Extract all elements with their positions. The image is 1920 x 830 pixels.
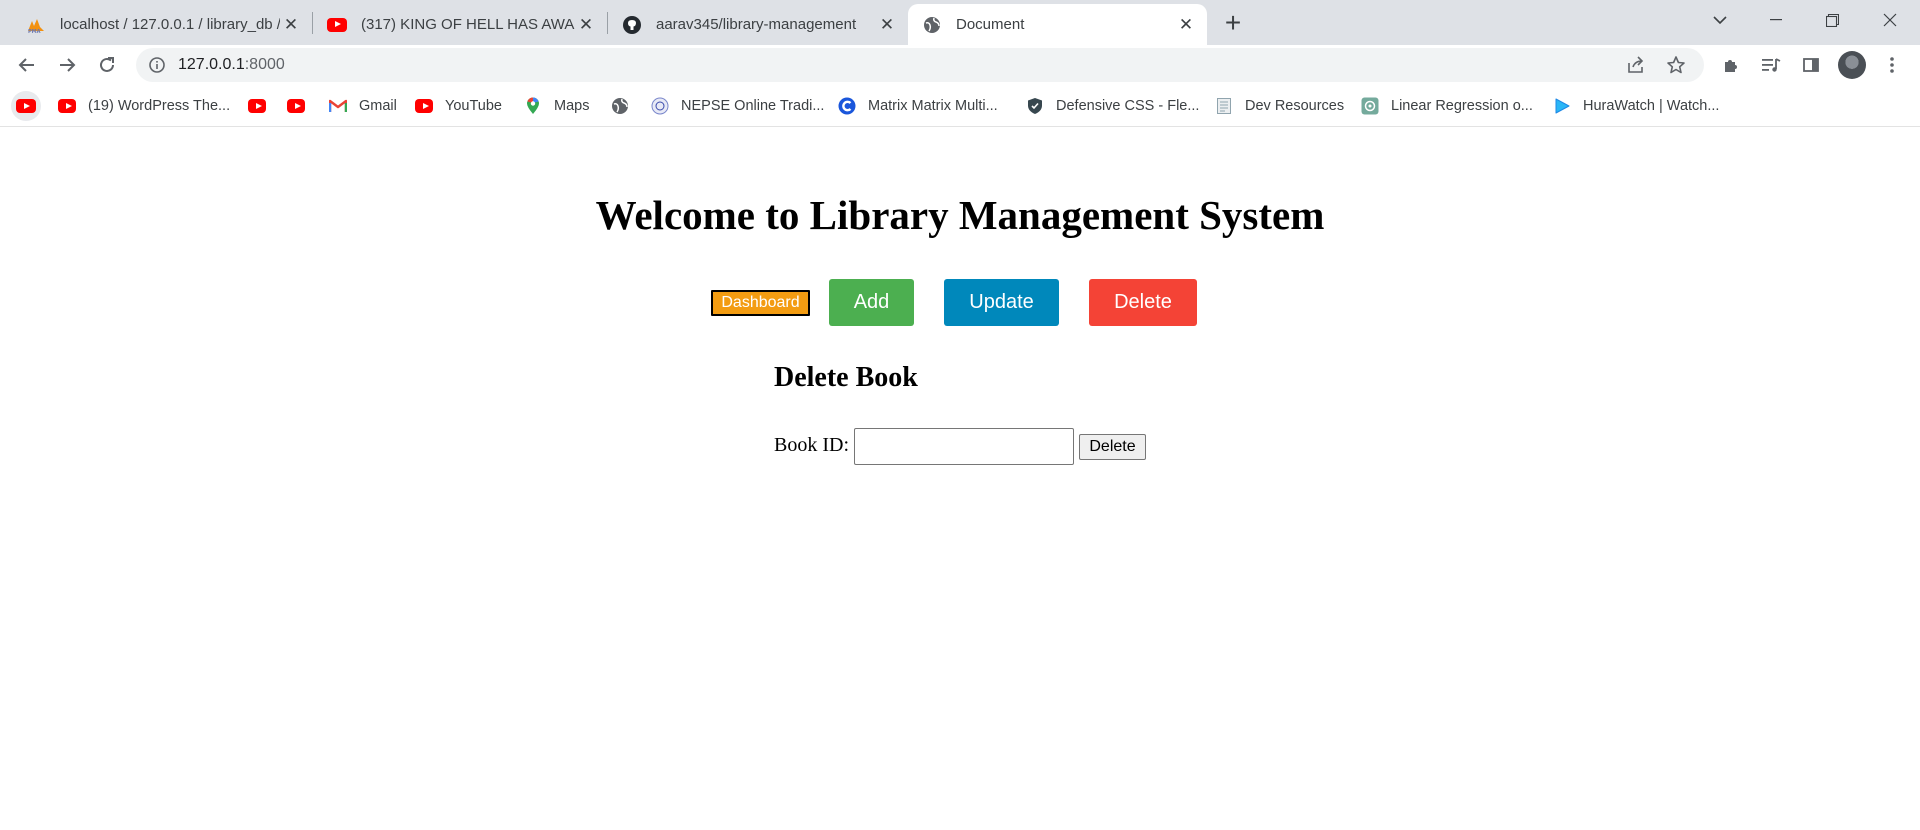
add-button[interactable]: Add	[829, 279, 914, 326]
tab-github[interactable]: aarav345/library-management ✕	[608, 4, 908, 45]
openai-icon	[1361, 97, 1379, 115]
tab-search-icon[interactable]	[1692, 0, 1748, 40]
media-control-icon[interactable]	[1755, 49, 1787, 81]
close-tab-icon[interactable]: ✕	[575, 14, 597, 36]
close-window-icon[interactable]	[1862, 0, 1918, 40]
side-panel-icon[interactable]	[1795, 49, 1827, 81]
delete-nav-button[interactable]: Delete	[1089, 279, 1197, 326]
c-logo-icon	[838, 97, 856, 115]
bookmark-label: Maps	[554, 98, 590, 114]
gmail-icon	[329, 97, 347, 115]
tab-youtube[interactable]: (317) KING OF HELL HAS AWAKENED ✕	[313, 4, 607, 45]
bookmark-matrix[interactable]: Matrix Matrix Multi...	[838, 93, 998, 119]
bookmark-label: (19) WordPress The...	[88, 98, 231, 114]
tab-title: aarav345/library-management	[656, 16, 857, 33]
bookmark-youtube-2[interactable]	[248, 93, 266, 119]
github-icon	[622, 15, 642, 35]
bookmark-youtube-3[interactable]	[287, 93, 305, 119]
more-menu-icon[interactable]	[1876, 49, 1908, 81]
delete-submit-button[interactable]: Delete	[1079, 434, 1146, 460]
update-button[interactable]: Update	[944, 279, 1059, 326]
youtube-icon	[287, 97, 305, 115]
reload-icon[interactable]	[91, 49, 123, 81]
restore-icon[interactable]	[1804, 0, 1860, 40]
bookmark-label: YouTube	[445, 98, 502, 114]
svg-text:PMA: PMA	[28, 29, 41, 33]
bookmark-maps[interactable]: Maps	[524, 93, 589, 119]
bookmark-youtube[interactable]: YouTube	[415, 93, 502, 119]
bookmark-label: Matrix Matrix Multi...	[868, 98, 998, 114]
tab-title: (317) KING OF HELL HAS AWAKENED	[361, 16, 575, 33]
extensions-icon[interactable]	[1715, 49, 1747, 81]
new-tab-button[interactable]: +	[1218, 7, 1248, 38]
section-title: Delete Book	[774, 362, 918, 393]
browser-toolbar: 127.0.0.1:8000	[0, 45, 1920, 85]
bookmark-defensive-css[interactable]: Defensive CSS - Fle...	[1026, 93, 1199, 119]
bookmark-label: Dev Resources	[1245, 98, 1345, 114]
address-bar[interactable]: 127.0.0.1:8000	[136, 48, 1704, 82]
book-id-label: Book ID:	[774, 434, 849, 456]
forward-icon[interactable]	[51, 49, 83, 81]
back-icon[interactable]	[11, 49, 43, 81]
shield-icon	[1026, 97, 1044, 115]
youtube-icon	[327, 15, 347, 35]
bookmark-star-icon[interactable]	[1666, 55, 1686, 80]
bookmark-dev-resources[interactable]: Dev Resources	[1215, 93, 1344, 119]
site-info-icon[interactable]	[148, 56, 166, 74]
bookmark-label: Defensive CSS - Fle...	[1056, 98, 1200, 114]
profile-avatar[interactable]	[1838, 51, 1866, 79]
youtube-icon	[248, 97, 266, 115]
bookmark-globe[interactable]	[611, 93, 629, 119]
tab-phpmyadmin[interactable]: PMA localhost / 127.0.0.1 / library_db /…	[12, 4, 312, 45]
youtube-icon	[58, 97, 76, 115]
nepse-icon	[651, 97, 669, 115]
bookmark-label: HuraWatch | Watch...	[1583, 98, 1720, 114]
bookmark-gmail[interactable]: Gmail	[329, 93, 397, 119]
bookmark-label: Linear Regression o...	[1391, 98, 1533, 114]
url-port: :8000	[244, 56, 285, 73]
browser-tab-strip: PMA localhost / 127.0.0.1 / library_db /…	[0, 0, 1920, 45]
tab-document[interactable]: Document ✕	[908, 4, 1207, 45]
close-tab-icon[interactable]: ✕	[280, 14, 302, 36]
share-icon[interactable]	[1626, 55, 1646, 80]
tab-title: localhost / 127.0.0.1 / library_db /	[60, 16, 280, 33]
maps-icon	[524, 97, 542, 115]
address-url: 127.0.0.1:8000	[178, 56, 285, 74]
dashboard-button[interactable]: Dashboard	[711, 290, 810, 316]
play-icon	[1553, 97, 1571, 115]
phpmyadmin-icon: PMA	[26, 15, 46, 35]
youtube-icon	[415, 97, 433, 115]
page-heading: Welcome to Library Management System	[595, 192, 1325, 238]
book-id-input[interactable]	[854, 428, 1074, 465]
bookmark-label: NEPSE Online Tradi...	[681, 98, 825, 114]
globe-icon	[611, 97, 629, 115]
bookmark-nepse[interactable]: NEPSE Online Tradi...	[651, 93, 824, 119]
url-host: 127.0.0.1	[178, 56, 245, 73]
bookmarks-bar: (19) WordPress The... Gmail YouTube Maps…	[0, 85, 1920, 127]
globe-icon	[922, 15, 942, 35]
youtube-icon	[16, 99, 36, 113]
tab-title: Document	[956, 16, 1025, 33]
notebook-icon	[1215, 97, 1233, 115]
minimize-icon[interactable]	[1748, 0, 1804, 40]
close-tab-icon[interactable]: ✕	[1175, 14, 1197, 36]
bookmark-label: Gmail	[359, 98, 397, 114]
bookmark-wordpress[interactable]: (19) WordPress The...	[58, 93, 230, 119]
bookmark-hurawatch[interactable]: HuraWatch | Watch...	[1553, 93, 1719, 119]
page-content: Welcome to Library Management System Das…	[0, 128, 1920, 830]
bookmark-youtube-1[interactable]	[11, 91, 41, 121]
close-tab-icon[interactable]: ✕	[876, 14, 898, 36]
bookmark-linear-regression[interactable]: Linear Regression o...	[1361, 93, 1533, 119]
